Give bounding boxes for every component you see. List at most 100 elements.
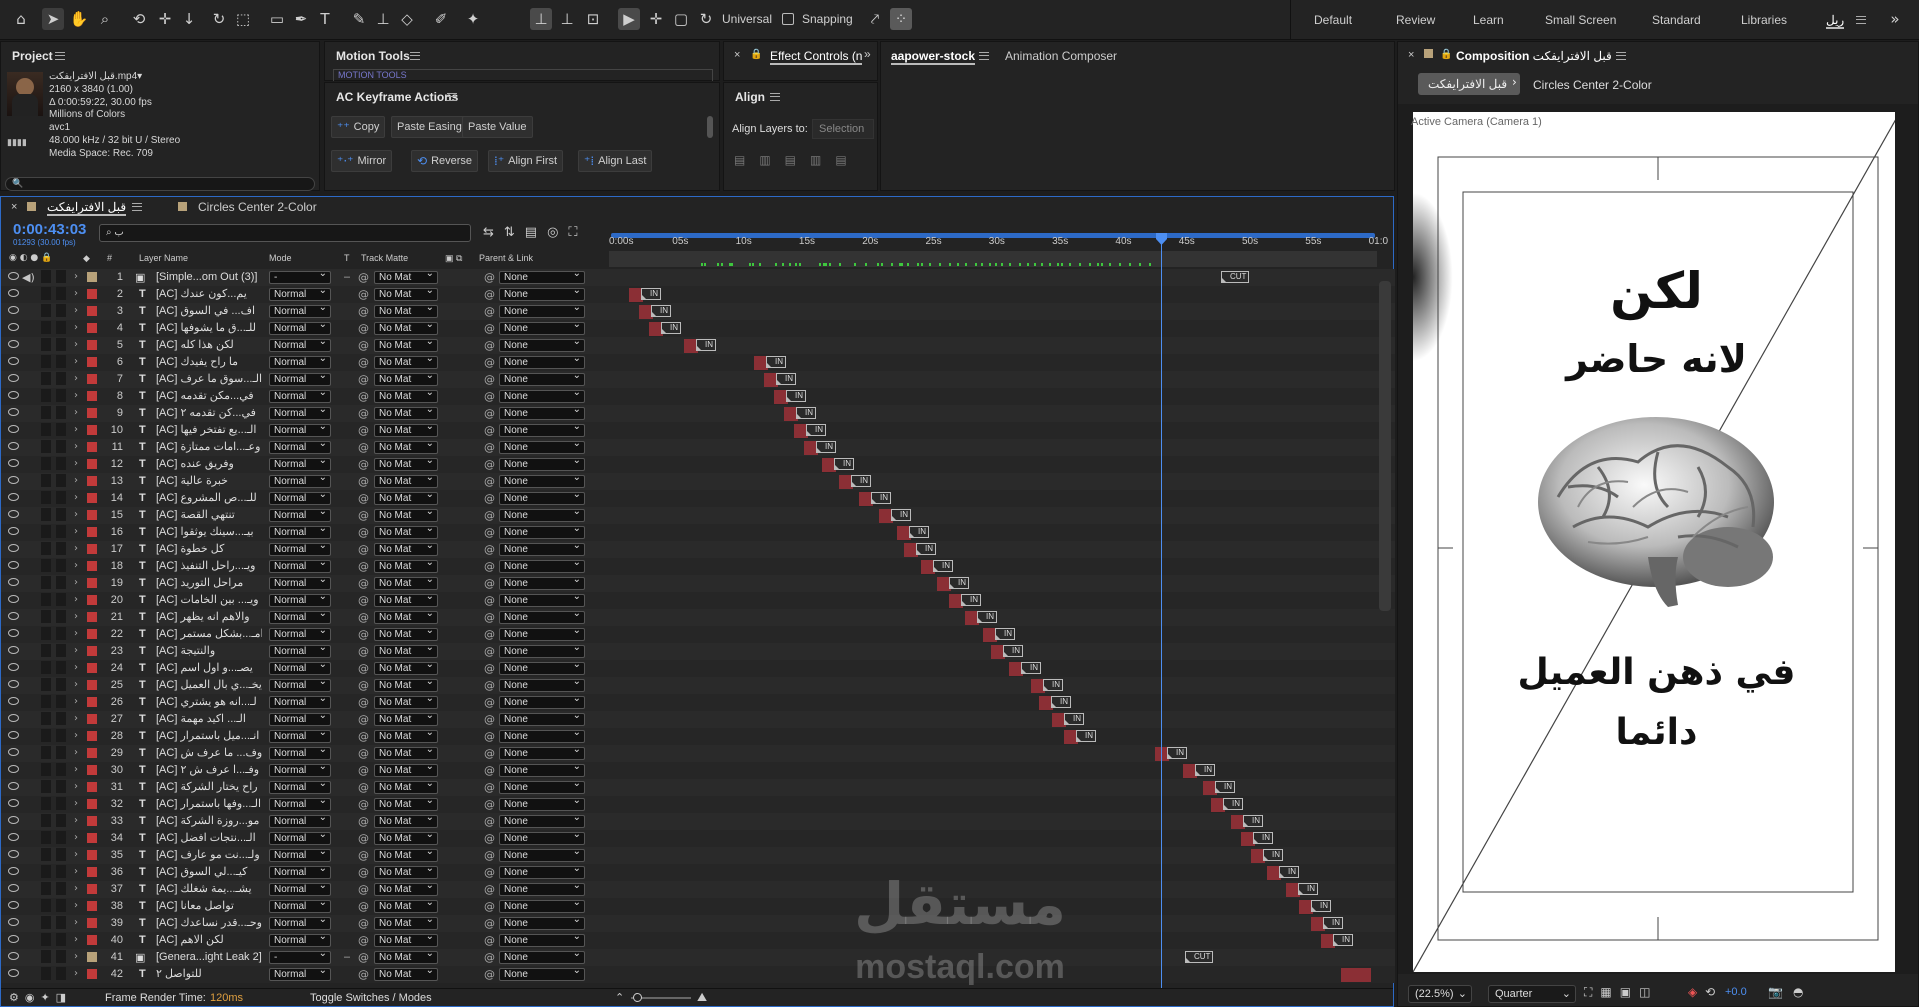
puppet-pin-icon[interactable]: ✦ bbox=[462, 8, 484, 30]
track-matte-dropdown[interactable]: No Mat bbox=[374, 319, 438, 335]
blend-mode-dropdown[interactable]: Normal bbox=[269, 727, 331, 743]
solo-switch[interactable] bbox=[41, 372, 51, 385]
layer-name[interactable]: [AC] يم...كون عندك bbox=[156, 287, 262, 302]
layer-name[interactable]: [AC] كيـ...لي السوق bbox=[156, 865, 262, 880]
timeline-layer-row[interactable]: › 22 T [AC] امـ...بشكل مستمر Normal @ No Mat @ N… bbox=[1, 625, 1395, 643]
parent-pickwhip-icon[interactable]: @ bbox=[484, 525, 495, 540]
track-matte-dropdown[interactable]: No Mat bbox=[374, 472, 438, 488]
lock-switch[interactable] bbox=[56, 729, 66, 742]
solo-switch[interactable] bbox=[41, 916, 51, 929]
track-matte-dropdown[interactable]: No Mat bbox=[374, 693, 438, 709]
blend-mode-dropdown[interactable]: Normal bbox=[269, 387, 331, 403]
parent-dropdown[interactable]: None bbox=[499, 965, 585, 981]
matte-pickwhip-icon[interactable]: @ bbox=[358, 967, 369, 982]
visibility-eye-icon[interactable] bbox=[8, 663, 19, 671]
parent-pickwhip-icon[interactable]: @ bbox=[484, 848, 495, 863]
solo-switch[interactable] bbox=[41, 389, 51, 402]
timeline-layer-row[interactable]: › 37 T [AC] يشـ...يمة شغلك Normal @ No Mat @ Non… bbox=[1, 880, 1395, 898]
blend-mode-dropdown[interactable]: Normal bbox=[269, 744, 331, 760]
parent-dropdown[interactable]: None bbox=[499, 472, 585, 488]
track-matte-dropdown[interactable]: No Mat bbox=[374, 761, 438, 777]
layer-label-color[interactable] bbox=[87, 510, 97, 520]
solo-switch[interactable] bbox=[41, 780, 51, 793]
expand-chevron-icon[interactable]: › bbox=[74, 288, 78, 299]
zoom-in-icon[interactable]: ⛰ bbox=[697, 990, 707, 1005]
lock-switch[interactable] bbox=[56, 627, 66, 640]
parent-dropdown[interactable]: None bbox=[499, 540, 585, 556]
solo-switch[interactable] bbox=[41, 287, 51, 300]
layer-marker-in[interactable]: IN bbox=[933, 560, 953, 572]
parent-pickwhip-icon[interactable]: @ bbox=[484, 899, 495, 914]
preserve-transparency[interactable]: – bbox=[344, 270, 350, 285]
layer-name[interactable]: [AC] للـ...ق ما يشوفها bbox=[156, 321, 262, 336]
visibility-eye-icon[interactable] bbox=[8, 646, 19, 654]
align-last-button[interactable]: ⁺⁞ Align Last bbox=[578, 150, 653, 172]
layer-name[interactable]: [AC] انـ...ميل باستمرار bbox=[156, 729, 262, 744]
blend-mode-dropdown[interactable]: Normal bbox=[269, 574, 331, 590]
timeline-layer-row[interactable]: › 18 T [AC] ويـ...راحل التنفيذ Normal @ No Mat… bbox=[1, 557, 1395, 575]
matte-pickwhip-icon[interactable]: @ bbox=[358, 457, 369, 472]
visibility-eye-icon[interactable] bbox=[8, 408, 19, 416]
matte-pickwhip-icon[interactable]: @ bbox=[358, 865, 369, 880]
layer-marker-in[interactable]: IN bbox=[1076, 730, 1096, 742]
matte-pickwhip-icon[interactable]: @ bbox=[358, 593, 369, 608]
matte-pickwhip-icon[interactable]: @ bbox=[358, 712, 369, 727]
solo-switch[interactable] bbox=[41, 321, 51, 334]
time-ruler[interactable]: 0:00s 05s 10s 15s 20s 25s 30s 35s 40s 45s 50s 55s 01… bbox=[609, 227, 1388, 269]
track-matte-dropdown[interactable]: No Mat bbox=[374, 302, 438, 318]
workspace-review[interactable]: Review bbox=[1396, 13, 1435, 27]
layer-name[interactable]: [AC] تواصل معانا bbox=[156, 899, 262, 914]
solo-switch[interactable] bbox=[41, 644, 51, 657]
layer-marker-in[interactable]: IN bbox=[1333, 934, 1353, 946]
track-matte-dropdown[interactable]: No Mat bbox=[374, 608, 438, 624]
parent-pickwhip-icon[interactable]: @ bbox=[484, 712, 495, 727]
timeline-layer-row[interactable]: › 9 T [AC] في...كن تقدمه ٢ Normal @ No Mat @ Non… bbox=[1, 404, 1395, 422]
workspace-active[interactable]: ريل bbox=[1826, 13, 1845, 29]
visibility-eye-icon[interactable] bbox=[8, 612, 19, 620]
expand-chevron-icon[interactable]: › bbox=[74, 271, 78, 282]
expand-chevron-icon[interactable]: › bbox=[74, 628, 78, 639]
visibility-eye-icon[interactable] bbox=[8, 340, 19, 348]
parent-dropdown[interactable]: None bbox=[499, 676, 585, 692]
layer-name[interactable]: [AC] لكن هذا كله bbox=[156, 338, 262, 353]
expand-chevron-icon[interactable]: › bbox=[74, 662, 78, 673]
layer-marker-in[interactable]: IN bbox=[796, 407, 816, 419]
layer-label-color[interactable] bbox=[87, 748, 97, 758]
matte-pickwhip-icon[interactable]: @ bbox=[358, 695, 369, 710]
timeline-tab-circles[interactable]: Circles Center 2-Color bbox=[198, 200, 317, 214]
track-matte-dropdown[interactable]: No Mat bbox=[374, 744, 438, 760]
marker-lane[interactable] bbox=[609, 251, 1377, 267]
timeline-layer-row[interactable]: ›41▣[Genera...ight Leak 2]-–@No Mat@None… bbox=[1, 948, 1395, 966]
dolly-camera-icon[interactable]: ↓ bbox=[178, 8, 200, 30]
track-matte-dropdown[interactable]: No Mat bbox=[374, 591, 438, 607]
visibility-eye-icon[interactable] bbox=[8, 357, 19, 365]
track-matte-dropdown[interactable]: No Mat bbox=[374, 659, 438, 675]
solo-switch[interactable] bbox=[41, 882, 51, 895]
expand-chevron-icon[interactable]: › bbox=[74, 509, 78, 520]
parent-pickwhip-icon[interactable]: @ bbox=[484, 695, 495, 710]
more-workspaces-icon[interactable]: » bbox=[1884, 8, 1906, 30]
layer-name[interactable]: [AC] راح يختار الشركة bbox=[156, 780, 262, 795]
lock-switch[interactable] bbox=[56, 814, 66, 827]
layer-name[interactable]: [Simple...om Out (3)] bbox=[156, 270, 262, 285]
lock-switch[interactable] bbox=[56, 287, 66, 300]
layer-marker-in[interactable]: IN bbox=[1043, 679, 1063, 691]
parent-dropdown[interactable]: None bbox=[499, 404, 585, 420]
layer-marker-in[interactable]: IN bbox=[806, 424, 826, 436]
lock-switch[interactable] bbox=[56, 321, 66, 334]
panel-menu-icon[interactable] bbox=[1616, 52, 1626, 60]
timeline-layer-row[interactable]: › 12 T [AC] وفريق عنده Normal @ No Mat @ None IN bbox=[1, 455, 1395, 473]
parent-pickwhip-icon[interactable]: @ bbox=[484, 627, 495, 642]
parent-dropdown[interactable]: None bbox=[499, 948, 585, 964]
resolution-dropdown[interactable]: Quarter ⌄ bbox=[1488, 985, 1576, 1003]
lock-switch[interactable] bbox=[56, 678, 66, 691]
track-matte-dropdown[interactable]: No Mat bbox=[374, 931, 438, 947]
solo-switch[interactable] bbox=[41, 729, 51, 742]
expand-chevron-icon[interactable]: › bbox=[74, 322, 78, 333]
layer-marker-in[interactable]: IN bbox=[1311, 900, 1331, 912]
timeline-layer-row[interactable]: › 27 T [AC] الـ... اكيد مهمة Normal @ No Mat @ N… bbox=[1, 710, 1395, 728]
animation-composer-tab[interactable]: Animation Composer bbox=[1005, 49, 1117, 63]
align-to-select[interactable]: Selection bbox=[812, 119, 874, 139]
parent-dropdown[interactable]: None bbox=[499, 693, 585, 709]
layer-label-color[interactable] bbox=[87, 697, 97, 707]
